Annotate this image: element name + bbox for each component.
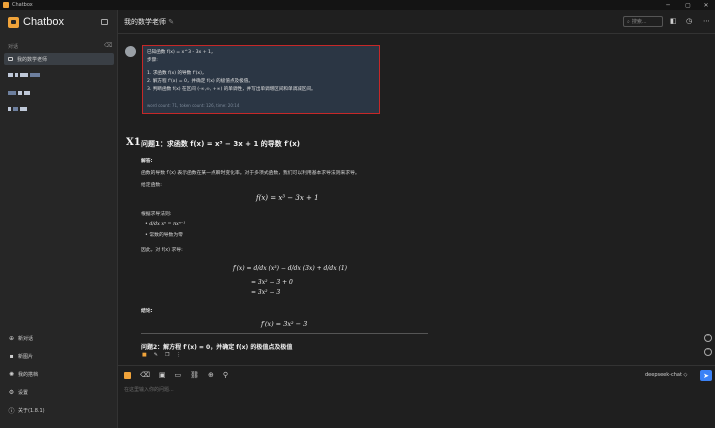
answer-heading-2: 问题2：解方程 f′(x) = 0，并确定 f(x) 的极值点及极值 (141, 344, 293, 351)
link-icon[interactable]: ⛓ (190, 371, 199, 379)
chat-bubble-icon (8, 57, 13, 61)
conversation: 已知函数 f(x) = x^3 - 3x + 1， 步骤: 1. 求函数 f(x… (118, 35, 715, 365)
title-bar: Chatbox ─ ▢ ✕ (0, 0, 715, 10)
search-icon: ⌕ (627, 18, 630, 25)
section-label: 对话 (8, 44, 19, 50)
history-icon[interactable]: ◷ (686, 17, 692, 25)
gear-icon: ⚙ (8, 389, 15, 396)
sidebar-item-label: 我的数学老师 (17, 56, 48, 63)
window-title: Chatbox (12, 2, 33, 8)
about-button[interactable]: ⓘ 关于(1.8.1) (8, 406, 45, 415)
model-selector[interactable]: deepseek-chat ◇ (645, 372, 687, 378)
rule-formula: d/dx xⁿ = nxⁿ⁻¹ (149, 222, 186, 227)
sidebar-item-redacted-2[interactable] (4, 87, 114, 99)
gear-circle-icon: ✺ (8, 371, 15, 378)
given-label: 给定函数: (141, 183, 162, 188)
equation-result: f′(x) = 3x² − 3 (261, 320, 308, 328)
more-icon[interactable]: ⋯ (703, 17, 710, 25)
user-message-line: 已知函数 f(x) = x^3 - 3x + 1， (147, 50, 216, 55)
derivation-line-3: = 3x² − 3 (251, 289, 281, 296)
user-avatar (125, 46, 136, 57)
my-partner-button[interactable]: ✺ 我的搭档 (8, 371, 38, 378)
copy-icon[interactable]: ❐ (165, 352, 169, 358)
more-vertical-icon[interactable]: ⋮ (176, 352, 181, 358)
about-label: 关于(1.8.1) (18, 408, 45, 414)
brand-name: Chatbox (23, 16, 64, 28)
scroll-down-icon[interactable]: ˅ (704, 348, 712, 356)
assistant-avatar-icon: X1 (126, 137, 141, 148)
toolbox-icon[interactable]: ◧ (670, 17, 677, 25)
settings-button[interactable]: ⚙ 设置 (8, 389, 28, 396)
user-message-step: 2. 解方程 f'(x) = 0，并确定 f(x) 的极值点及极值。 (147, 79, 253, 84)
send-button[interactable]: ➤ (700, 370, 712, 381)
sidebar-item-active-chat[interactable]: 我的数学老师 (4, 53, 114, 65)
folder-icon[interactable]: ▭ (175, 371, 182, 379)
settings-label: 设置 (18, 390, 29, 396)
equation-given: f(x) = x³ − 3x + 1 (256, 194, 319, 202)
search-placeholder: 搜索... (631, 19, 647, 25)
sidebar-toggle-icon[interactable] (101, 19, 108, 25)
user-message-step: 1. 求函数 f(x) 的导数 f'(x)， (147, 71, 207, 76)
edit-icon[interactable]: ✎ (154, 352, 158, 358)
rule-item-1: • d/dx xⁿ = nxⁿ⁻¹ (145, 222, 186, 227)
conclusion-label: 结论: (141, 309, 153, 314)
chat-title-text: 我的数学老师 (124, 18, 166, 26)
plus-circle-icon: ⊕ (8, 335, 15, 342)
new-chat-button[interactable]: ⊕ 新对话 (8, 335, 33, 342)
user-message-step: 3. 判断函数 f(x) 在区间 (-∞,∞, +∞) 的单调性，并写出单调增区… (147, 87, 316, 92)
rule-text: 常数的导数为零 (149, 233, 183, 238)
solution-label: 解答: (141, 159, 153, 164)
page-title: 我的数学老师 ✎ (124, 17, 174, 27)
globe-icon[interactable]: ⊕ (208, 371, 214, 379)
sidebar: Chatbox 对话 ⌫ 我的数学老师 ⊕ 新对话 ▪ 新图片 ✺ 我的搭档 ⚙… (0, 10, 118, 428)
divider (141, 333, 428, 334)
answer-heading-1: 问题1：求函数 f(x) = x³ − 3x + 1 的导数 f′(x) (141, 140, 301, 148)
close-button[interactable]: ✕ (698, 0, 714, 10)
derivation-line-1: f′(x) = d/dx (x³) − d/dx (3x) + d/dx (1) (233, 265, 348, 272)
chatbox-logo-icon (8, 16, 19, 28)
rule-item-2: • 常数的导数为零 (145, 233, 183, 238)
maximize-button[interactable]: ▢ (680, 0, 696, 10)
message-meta: word count: 71, token count: 126, time: … (147, 103, 240, 108)
new-chat-label: 新对话 (18, 336, 34, 342)
image-icon: ▪ (9, 353, 14, 360)
stop-icon[interactable]: ■ (142, 352, 147, 358)
derivation-line-2: = 3x² − 3 + 0 (251, 279, 293, 286)
app-icon (3, 2, 9, 8)
chat-header: 我的数学老师 ✎ ⌕ 搜索... ◧ ◷ ⋯ (118, 10, 715, 34)
sidebar-item-redacted-3[interactable] (4, 103, 114, 115)
eraser-icon[interactable]: ⌫ (140, 371, 150, 379)
new-image-label: 新图片 (18, 354, 34, 360)
sidebar-item-redacted-1[interactable] (4, 69, 114, 81)
info-icon: ⓘ (8, 408, 15, 415)
user-message-line: 步骤: (147, 58, 158, 63)
message-toolbar: ■ ✎ ❐ ⋮ (142, 352, 188, 358)
new-image-button[interactable]: ▪ 新图片 (8, 353, 33, 360)
broom-icon[interactable]: ⌫ (104, 42, 112, 49)
scroll-up-icon[interactable]: ˄ (704, 334, 712, 342)
brand: Chatbox (8, 16, 64, 28)
rules-label: 根据求导法则: (141, 212, 172, 217)
input-toolbar: ⌫ ▣ ▭ ⛓ ⊕ ⚲ (124, 371, 237, 379)
input-area: ⌫ ▣ ▭ ⛓ ⊕ ⚲ deepseek-chat ◇ ➤ 在这里输入你的问题.… (118, 365, 715, 428)
message-input[interactable]: 在这里输入你的问题... (124, 386, 174, 393)
tune-icon[interactable]: ⚲ (223, 371, 228, 379)
minimize-button[interactable]: ─ (660, 0, 676, 10)
search-input[interactable]: ⌕ 搜索... (623, 16, 663, 27)
edit-pencil-icon[interactable]: ✎ (168, 18, 174, 26)
my-partner-label: 我的搭档 (18, 372, 39, 378)
assistant-settings-icon[interactable] (124, 371, 131, 379)
user-message[interactable]: 已知函数 f(x) = x^3 - 3x + 1， 步骤: 1. 求函数 f(x… (142, 45, 380, 114)
answer-paragraph: 函数的导数 f′(x) 表示函数在某一点瞬时变化率。对于多项式函数，我们可以利用… (141, 171, 360, 176)
image-attach-icon[interactable]: ▣ (159, 371, 166, 379)
therefore-text: 因此，对 f(x) 求导: (141, 248, 183, 253)
